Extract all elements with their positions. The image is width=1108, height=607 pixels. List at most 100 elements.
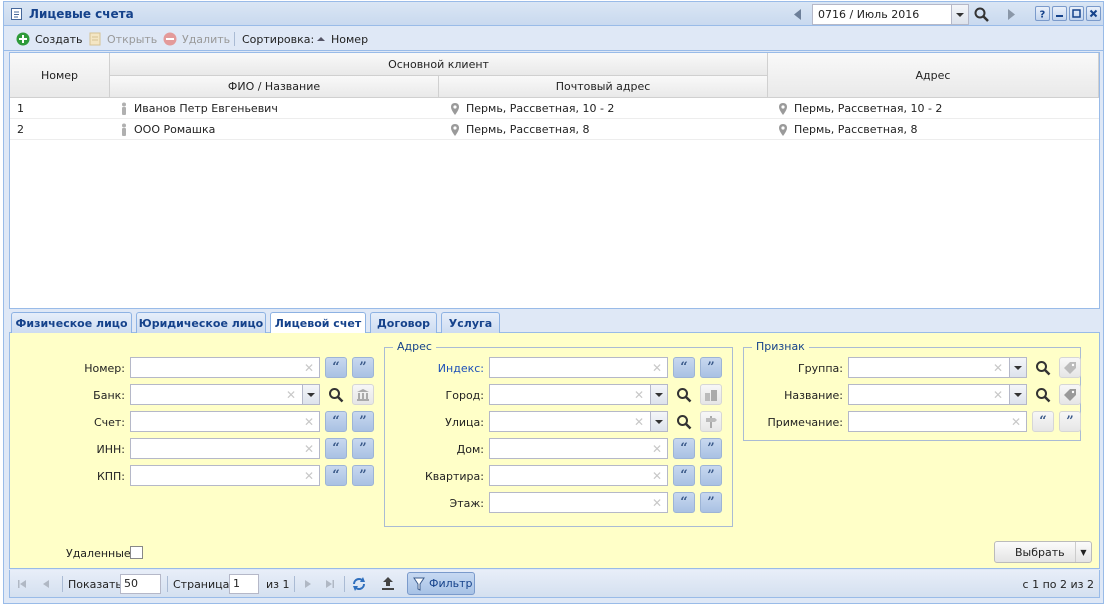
tag-icon[interactable] (1059, 384, 1081, 405)
first-page-icon[interactable] (16, 574, 28, 594)
minimize-button[interactable] (1052, 6, 1067, 21)
chevron-down-icon[interactable] (1009, 385, 1026, 404)
next-period-button[interactable] (1002, 6, 1020, 23)
tag-icon[interactable] (1059, 357, 1081, 378)
next-page-icon[interactable] (302, 574, 314, 594)
tab-individual[interactable]: Физическое лицо (11, 312, 132, 333)
table-row[interactable]: 1 Иванов Петр Евгеньевич Пермь, Рассветн… (10, 98, 1099, 119)
open-quote-button[interactable]: “ (673, 438, 695, 459)
open-quote-button[interactable]: “ (325, 411, 347, 432)
clear-icon[interactable]: ✕ (304, 442, 314, 456)
clear-icon[interactable]: ✕ (993, 388, 1003, 402)
close-quote-button[interactable]: ” (700, 438, 722, 459)
city-buildings-icon[interactable] (700, 384, 722, 405)
clear-icon[interactable]: ✕ (652, 469, 662, 483)
help-button[interactable]: ? (1035, 6, 1050, 21)
col-address-header[interactable]: Адрес (768, 53, 1099, 98)
create-button[interactable]: Создать (16, 31, 83, 47)
sort-number-button[interactable]: Номер (316, 31, 368, 47)
open-quote-button[interactable]: “ (673, 465, 695, 486)
main-window: Лицевые счета 0716 / Июль 2016 ? Создать… (3, 1, 1104, 604)
refresh-icon[interactable] (351, 574, 367, 594)
page-size-input[interactable]: 50 (120, 574, 161, 594)
clear-icon[interactable]: ✕ (1011, 415, 1021, 429)
city-select[interactable]: ✕ (489, 384, 668, 405)
search-icon[interactable] (1032, 357, 1054, 378)
chevron-down-icon[interactable] (650, 385, 667, 404)
close-quote-button[interactable]: ” (700, 357, 722, 378)
open-quote-button[interactable]: “ (325, 438, 347, 459)
prev-page-icon[interactable] (40, 574, 52, 594)
export-icon[interactable] (380, 574, 396, 594)
clear-icon[interactable]: ✕ (286, 388, 296, 402)
kpp-input[interactable]: ✕ (130, 465, 320, 486)
open-quote-button[interactable]: “ (1032, 411, 1054, 432)
chevron-down-icon[interactable] (650, 412, 667, 431)
group-select[interactable]: ✕ (848, 357, 1027, 378)
period-select[interactable]: 0716 / Июль 2016 (812, 4, 969, 25)
search-icon[interactable] (673, 411, 695, 432)
clear-icon[interactable]: ✕ (304, 469, 314, 483)
close-quote-button[interactable]: ” (352, 465, 374, 486)
name-select[interactable]: ✕ (848, 384, 1027, 405)
page-number-input[interactable]: 1 (229, 574, 259, 594)
maximize-button[interactable] (1069, 6, 1084, 21)
clear-icon[interactable]: ✕ (634, 415, 644, 429)
select-button[interactable]: Выбрать ▼ (994, 541, 1092, 563)
close-button[interactable] (1086, 6, 1101, 21)
search-icon[interactable] (1032, 384, 1054, 405)
note-input[interactable]: ✕ (848, 411, 1027, 432)
col-postal-header[interactable]: Почтовый адрес (439, 76, 768, 98)
delete-button[interactable]: Удалить (163, 31, 230, 47)
chevron-down-icon[interactable] (302, 385, 319, 404)
signpost-icon[interactable] (700, 411, 722, 432)
clear-icon[interactable]: ✕ (652, 361, 662, 375)
bank-select[interactable]: ✕ (130, 384, 320, 405)
close-quote-button[interactable]: ” (352, 411, 374, 432)
col-number-header[interactable]: Номер (10, 53, 110, 98)
clear-icon[interactable]: ✕ (652, 496, 662, 510)
clear-icon[interactable]: ✕ (652, 442, 662, 456)
index-input[interactable]: ✕ (489, 357, 668, 378)
col-name-header[interactable]: ФИО / Название (110, 76, 439, 98)
sort-field-label: Номер (331, 32, 369, 46)
clear-icon[interactable]: ✕ (304, 361, 314, 375)
chevron-down-icon[interactable]: ▼ (1075, 542, 1091, 562)
search-icon[interactable] (325, 384, 347, 405)
clear-icon[interactable]: ✕ (634, 388, 644, 402)
tab-legal-entity[interactable]: Юридическое лицо (136, 312, 266, 333)
tab-service[interactable]: Услуга (441, 312, 500, 333)
number-input[interactable]: ✕ (130, 357, 320, 378)
close-quote-button[interactable]: ” (700, 492, 722, 513)
last-page-icon[interactable] (324, 574, 336, 594)
search-icon[interactable] (673, 384, 695, 405)
floor-input[interactable]: ✕ (489, 492, 668, 513)
street-select[interactable]: ✕ (489, 411, 668, 432)
chevron-down-icon[interactable] (1009, 358, 1026, 377)
deleted-checkbox[interactable] (130, 546, 143, 559)
open-quote-button[interactable]: “ (673, 357, 695, 378)
prev-period-button[interactable] (789, 6, 807, 23)
flat-input[interactable]: ✕ (489, 465, 668, 486)
account-input[interactable]: ✕ (130, 411, 320, 432)
clear-icon[interactable]: ✕ (993, 361, 1003, 375)
house-input[interactable]: ✕ (489, 438, 668, 459)
filter-button[interactable]: Фильтр (407, 572, 475, 595)
open-quote-button[interactable]: “ (673, 492, 695, 513)
open-quote-button[interactable]: “ (325, 357, 347, 378)
search-icon[interactable] (973, 6, 991, 23)
tab-account[interactable]: Лицевой счет (270, 312, 366, 334)
close-quote-button[interactable]: ” (352, 357, 374, 378)
chevron-down-icon[interactable] (951, 5, 968, 24)
index-label[interactable]: Индекс: (402, 362, 484, 375)
close-quote-button[interactable]: ” (1059, 411, 1081, 432)
clear-icon[interactable]: ✕ (304, 415, 314, 429)
table-row[interactable]: 2 ООО Ромашка Пермь, Рассветная, 8 Пермь… (10, 119, 1099, 140)
inn-input[interactable]: ✕ (130, 438, 320, 459)
close-quote-button[interactable]: ” (700, 465, 722, 486)
open-quote-button[interactable]: “ (325, 465, 347, 486)
tab-contract[interactable]: Договор (370, 312, 437, 333)
close-quote-button[interactable]: ” (352, 438, 374, 459)
open-button[interactable]: Открыть (88, 31, 157, 47)
bank-building-icon[interactable] (352, 384, 374, 405)
